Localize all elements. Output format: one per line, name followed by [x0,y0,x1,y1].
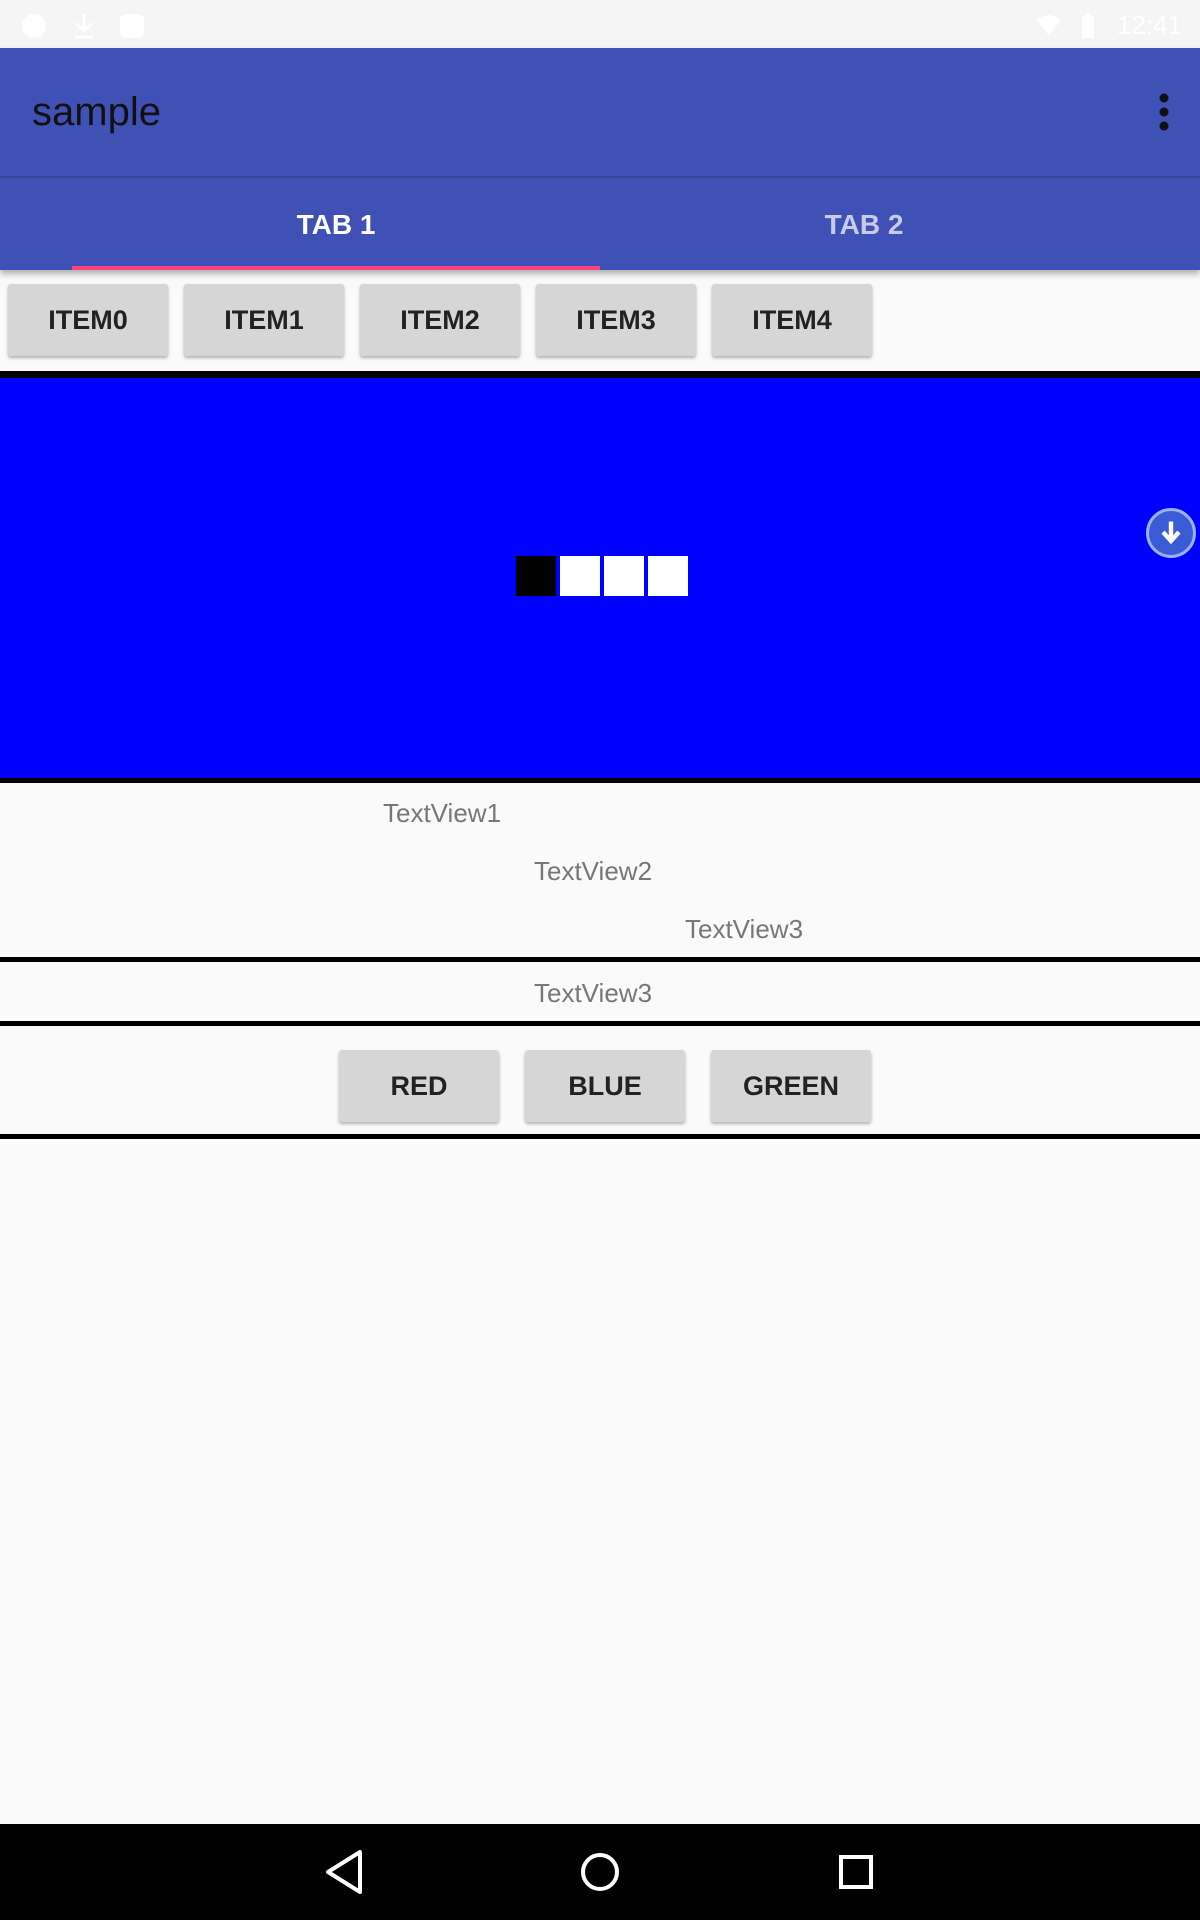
item2-button[interactable]: ITEM2 [360,284,520,356]
page-indicator-1[interactable] [516,556,556,596]
view-pager[interactable] [0,378,1200,778]
status-bar: 12:41 [0,0,1200,48]
item1-button[interactable]: ITEM1 [184,284,344,356]
text-view-2: TextView2 [534,856,653,886]
toolbar: sample [0,48,1200,176]
wifi-icon [1037,15,1061,36]
text-view-3-centered: TextView3 [534,978,653,1008]
tab-2[interactable]: TAB 2 [600,178,1128,272]
recents-square-icon[interactable] [834,1846,878,1898]
home-circle-icon[interactable] [578,1846,622,1898]
download-icon [74,14,94,39]
arrow-down-circle-icon[interactable] [1146,508,1196,558]
more-vert-icon[interactable] [1148,88,1180,136]
blue-button[interactable]: BLUE [525,1050,685,1122]
divider [0,1134,1200,1139]
app-notification-icon [120,14,144,38]
tab-layout: TAB 1 TAB 2 [0,176,1200,270]
app-bar: sample TAB 1 TAB 2 [0,48,1200,270]
navigation-bar [0,1824,1200,1920]
battery-icon [1082,13,1094,38]
status-time: 12:41 [1116,10,1182,40]
green-button[interactable]: GREEN [711,1050,871,1122]
red-button[interactable]: RED [339,1050,499,1122]
tab-1[interactable]: TAB 1 [72,178,600,272]
divider [0,1021,1200,1026]
app-title: sample [32,90,161,134]
divider [0,957,1200,962]
tab-indicator [72,266,600,270]
back-triangle-icon[interactable] [322,1846,366,1898]
divider [0,778,1200,783]
item4-button[interactable]: ITEM4 [712,284,872,356]
item3-button[interactable]: ITEM3 [536,284,696,356]
page-indicator-3[interactable] [604,556,644,596]
divider [0,371,1200,378]
text-view-1: TextView1 [383,798,502,828]
page-indicator-2[interactable] [560,556,600,596]
sync-icon [22,14,46,38]
page-indicator-4[interactable] [648,556,688,596]
item0-button[interactable]: ITEM0 [8,284,168,356]
text-view-3: TextView3 [685,914,804,944]
